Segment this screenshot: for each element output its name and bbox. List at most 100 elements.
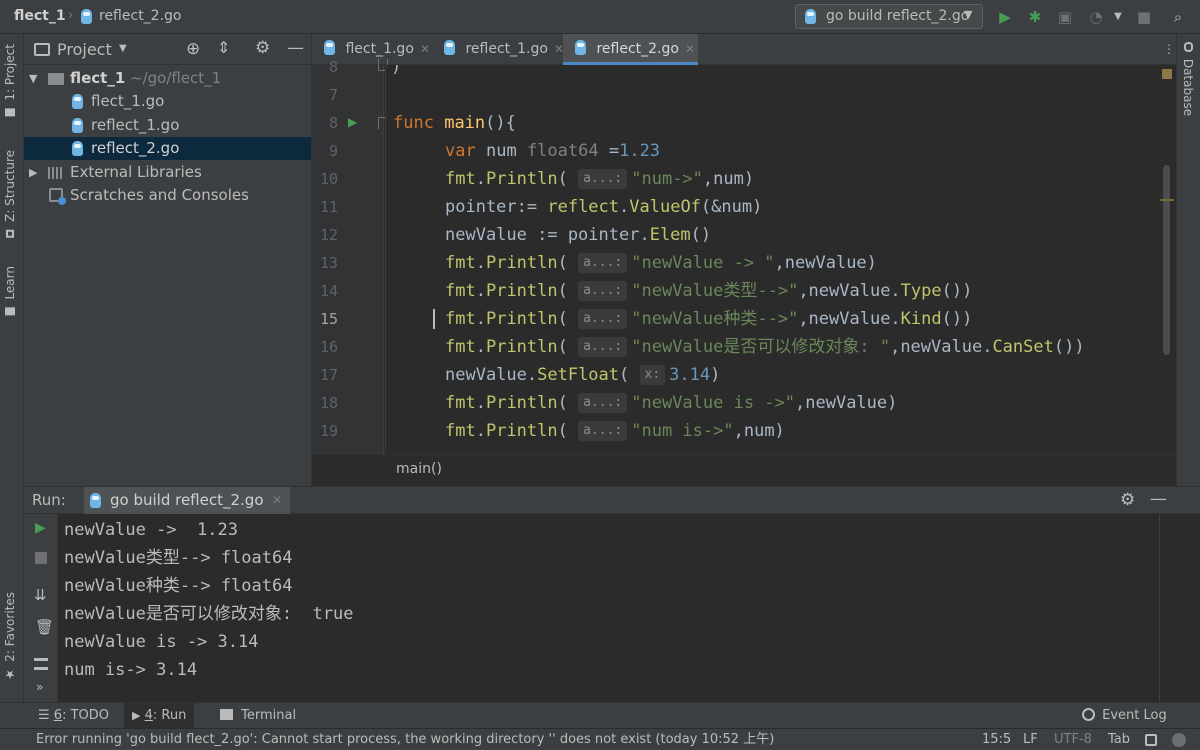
console-line: newValue种类--> float64 (64, 576, 293, 596)
breadcrumb-project[interactable]: flect_1 (14, 8, 66, 24)
status-message[interactable]: Error running 'go build flect_2.go': Can… (36, 729, 774, 750)
gear-icon[interactable]: ⚙ (255, 38, 270, 58)
trash-icon[interactable]: 🗑 (35, 618, 54, 636)
code-token: ,newValue. (798, 309, 901, 329)
coverage-icon[interactable]: ▣ (1055, 7, 1075, 27)
profile-dropdown-icon[interactable]: ▼ (1108, 7, 1128, 27)
learn-tool-window-button[interactable]: Learn (3, 266, 17, 316)
line-number-current: 15 (319, 310, 338, 328)
hide-panel-icon[interactable]: — (1150, 489, 1167, 509)
line-number: 7 (328, 86, 338, 104)
string-token: "newValue种类-->" (631, 309, 799, 329)
favorites-tool-label: 2: Favorites (3, 592, 17, 662)
line-number: 16 (319, 338, 338, 356)
tree-item-file[interactable]: flect_1.go (24, 90, 311, 113)
run-console-output[interactable]: newValue -> 1.23 newValue类型--> float64 n… (58, 514, 1176, 702)
terminal-tool-button[interactable]: Terminal (212, 703, 304, 729)
tree-item-file[interactable]: reflect_1.go (24, 114, 311, 137)
function-token: Println (485, 253, 558, 273)
todo-tool-button[interactable]: ☰ 6: TODO (30, 703, 117, 729)
code-token: ,newValue. (890, 337, 993, 357)
type-token: float64 (526, 141, 599, 161)
close-icon[interactable]: ✕ (685, 42, 695, 56)
expand-arrow-icon[interactable]: ▼ (29, 67, 37, 90)
keyword-token: func (393, 113, 434, 133)
inspector-icon[interactable] (1172, 733, 1186, 747)
tab-reflect-2[interactable]: reflect_2.go ✕ (563, 34, 698, 65)
project-tool-window-button[interactable]: 1: Project (3, 44, 17, 117)
line-number: 10 (319, 170, 338, 188)
run-tab[interactable]: go build reflect_2.go ✕ (84, 487, 290, 514)
stop-icon[interactable]: ■ (1134, 7, 1154, 27)
structure-tool-label: Z: Structure (3, 150, 17, 222)
hide-panel-icon[interactable]: — (287, 38, 304, 58)
run-icon[interactable]: ▶ (995, 7, 1015, 27)
favorites-tool-window-button[interactable]: ★ 2: Favorites (3, 592, 17, 682)
database-tool-window-button[interactable]: Database (1181, 42, 1195, 116)
code-line: fmt.Println( a...: "newValue -> ",newValu… (445, 253, 877, 273)
scroll-to-end-icon[interactable]: ⇊ (34, 586, 47, 604)
code-line-current: fmt.Println( a...: "newValue种类-->",newVal… (445, 309, 973, 329)
database-icon (1183, 42, 1193, 52)
close-icon[interactable]: ✕ (272, 493, 282, 507)
gear-icon[interactable]: ⚙ (1120, 490, 1135, 510)
tree-item-external-libraries[interactable]: ▶ External Libraries (24, 161, 311, 184)
line-separator[interactable]: LF (1023, 729, 1038, 750)
function-token: CanSet (992, 337, 1054, 357)
caret-position[interactable]: 15:5 (982, 729, 1011, 750)
file-encoding[interactable]: UTF-8 (1054, 729, 1092, 750)
code-token: (&num) (700, 197, 763, 217)
layout-icon[interactable] (34, 658, 48, 670)
parameter-hint: a...: (578, 309, 628, 329)
breadcrumb[interactable]: main() (396, 461, 442, 477)
run-gutter-icon[interactable]: ▶ (348, 115, 357, 129)
collapse-all-icon[interactable]: ⇕ (217, 38, 230, 57)
function-token: Type (900, 281, 942, 301)
rerun-icon[interactable]: ▶ (35, 520, 46, 536)
tree-file-label: reflect_2.go (91, 139, 180, 157)
tab-label: reflect_1.go (465, 41, 548, 57)
tree-root-name: flect_1 (70, 69, 126, 87)
tree-item-scratches[interactable]: Scratches and Consoles (24, 184, 311, 207)
code-editor[interactable]: ) func main(){ var num float64 =1.23 fmt… (385, 65, 1176, 454)
structure-tool-window-button[interactable]: Z: Structure (3, 150, 17, 238)
more-tabs-icon[interactable]: ⋮ (1163, 42, 1175, 56)
function-token: Elem (649, 225, 691, 245)
editor-breadcrumb-bar: main() (312, 454, 1176, 486)
tab-reflect-1[interactable]: reflect_1.go ✕ (432, 34, 564, 65)
expand-arrow-icon[interactable]: ▶ (29, 161, 37, 184)
event-log-button[interactable]: Event Log (1074, 703, 1175, 729)
lock-icon[interactable] (1145, 734, 1157, 746)
editor-gutter[interactable]: 8 7 8 9 10 11 12 13 14 15 16 17 18 19 ▶ (312, 58, 388, 454)
line-number: 9 (328, 142, 338, 160)
tree-item-file-selected[interactable]: reflect_2.go (24, 137, 311, 160)
function-token: Println (485, 281, 558, 301)
go-file-icon (805, 9, 816, 24)
indent-setting[interactable]: Tab (1108, 729, 1130, 750)
line-number: 12 (319, 226, 338, 244)
function-token: Kind (900, 309, 942, 329)
profile-icon[interactable]: ◔ (1086, 7, 1106, 27)
run-toolbar: ▶ ⇊ 🗑 » (24, 514, 58, 702)
breadcrumb-file[interactable]: reflect_2.go (99, 8, 182, 24)
stop-icon[interactable] (35, 552, 47, 564)
project-tool-label: 1: Project (3, 44, 17, 101)
locate-icon[interactable]: ⊕ (186, 39, 200, 59)
tree-item-root[interactable]: ▼ flect_1 ~/go/flect_1 (24, 67, 311, 90)
search-everywhere-icon[interactable]: ⌕ (1168, 7, 1188, 27)
code-token: ()) (1053, 337, 1085, 357)
project-view-select[interactable]: Project (57, 40, 112, 59)
editor-scrollbar-thumb[interactable] (1163, 165, 1170, 355)
run-console-scrollbar[interactable] (1176, 514, 1200, 702)
run-configuration-select[interactable]: go build reflect_2.go ▼ (795, 4, 983, 29)
line-number: 14 (319, 282, 338, 300)
debug-icon[interactable]: ✱ (1025, 7, 1045, 27)
chevron-down-icon[interactable]: ▼ (119, 43, 127, 54)
close-icon[interactable]: ✕ (420, 42, 430, 56)
run-tool-button[interactable]: ▶ 4: Run (124, 703, 195, 729)
function-token: SetFloat (537, 365, 620, 385)
go-file-icon (81, 9, 92, 24)
todo-tool-number: 6 (53, 708, 63, 723)
more-actions-icon[interactable]: » (36, 680, 43, 694)
inspection-status-icon[interactable] (1162, 69, 1172, 79)
